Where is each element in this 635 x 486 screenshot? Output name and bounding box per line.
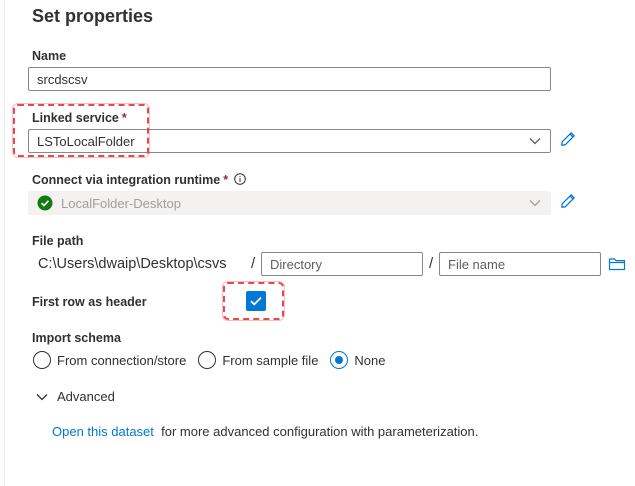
runtime-dropdown[interactable]: LocalFolder-Desktop	[28, 191, 551, 215]
page-title: Set properties	[32, 6, 154, 26]
file-path-label: File path	[32, 234, 84, 248]
path-separator: /	[251, 255, 256, 272]
linked-service-label: Linked service *	[32, 111, 127, 125]
radio-label: None	[354, 352, 386, 368]
radio-circle	[198, 351, 217, 369]
linked-service-dropdown[interactable]: LSToLocalFolder	[28, 129, 551, 153]
edit-linked-service-pencil-icon[interactable]	[559, 130, 577, 148]
directory-input[interactable]	[261, 252, 423, 276]
path-separator: /	[429, 255, 434, 272]
chevron-down-icon	[35, 390, 49, 404]
footer-description: for more advanced configuration with par…	[161, 424, 479, 439]
first-row-header-checkbox[interactable]	[246, 291, 266, 311]
runtime-value: LocalFolder-Desktop	[61, 195, 181, 211]
info-icon[interactable]	[234, 173, 246, 185]
radio-circle-selected	[330, 351, 349, 369]
linked-service-value: LSToLocalFolder	[37, 133, 135, 149]
runtime-label-text: Connect via integration runtime	[32, 173, 221, 187]
edit-runtime-pencil-icon[interactable]	[559, 192, 577, 210]
set-properties-panel: Set properties Name Linked service* LSTo…	[4, 0, 635, 486]
first-row-header-label: First row as header	[32, 295, 147, 309]
open-dataset-link[interactable]: Open this dataset	[52, 424, 154, 439]
checkmark-icon	[250, 296, 262, 306]
required-asterisk: *	[121, 111, 127, 125]
radio-none[interactable]: None	[330, 351, 386, 369]
filename-input[interactable]	[439, 252, 601, 276]
radio-label: From connection/store	[57, 352, 187, 368]
advanced-toggle[interactable]: Advanced	[35, 389, 115, 404]
radio-from-connection[interactable]: From connection/store	[33, 351, 186, 369]
footer-text: Open this dataset for more advanced conf…	[52, 424, 478, 439]
chevron-down-icon	[528, 134, 542, 148]
chevron-down-icon	[528, 196, 542, 210]
radio-from-sample-file[interactable]: From sample file	[198, 351, 318, 369]
import-schema-label: Import schema	[32, 331, 121, 345]
file-path-root: C:\Users\dwaip\Desktop\csvs	[38, 256, 227, 272]
required-asterisk: *	[223, 173, 229, 187]
radio-circle	[33, 351, 51, 369]
runtime-label: Connect via integration runtime *	[32, 173, 246, 187]
radio-label: From sample file	[222, 352, 319, 368]
check-circle-icon	[37, 195, 53, 211]
browse-folder-icon[interactable]	[608, 255, 626, 273]
linked-service-label-text: Linked service	[32, 111, 119, 125]
import-schema-radio-group: From connection/store From sample file N…	[33, 351, 398, 369]
name-input[interactable]	[28, 67, 551, 91]
name-label: Name	[32, 49, 67, 63]
advanced-label: Advanced	[57, 389, 115, 404]
